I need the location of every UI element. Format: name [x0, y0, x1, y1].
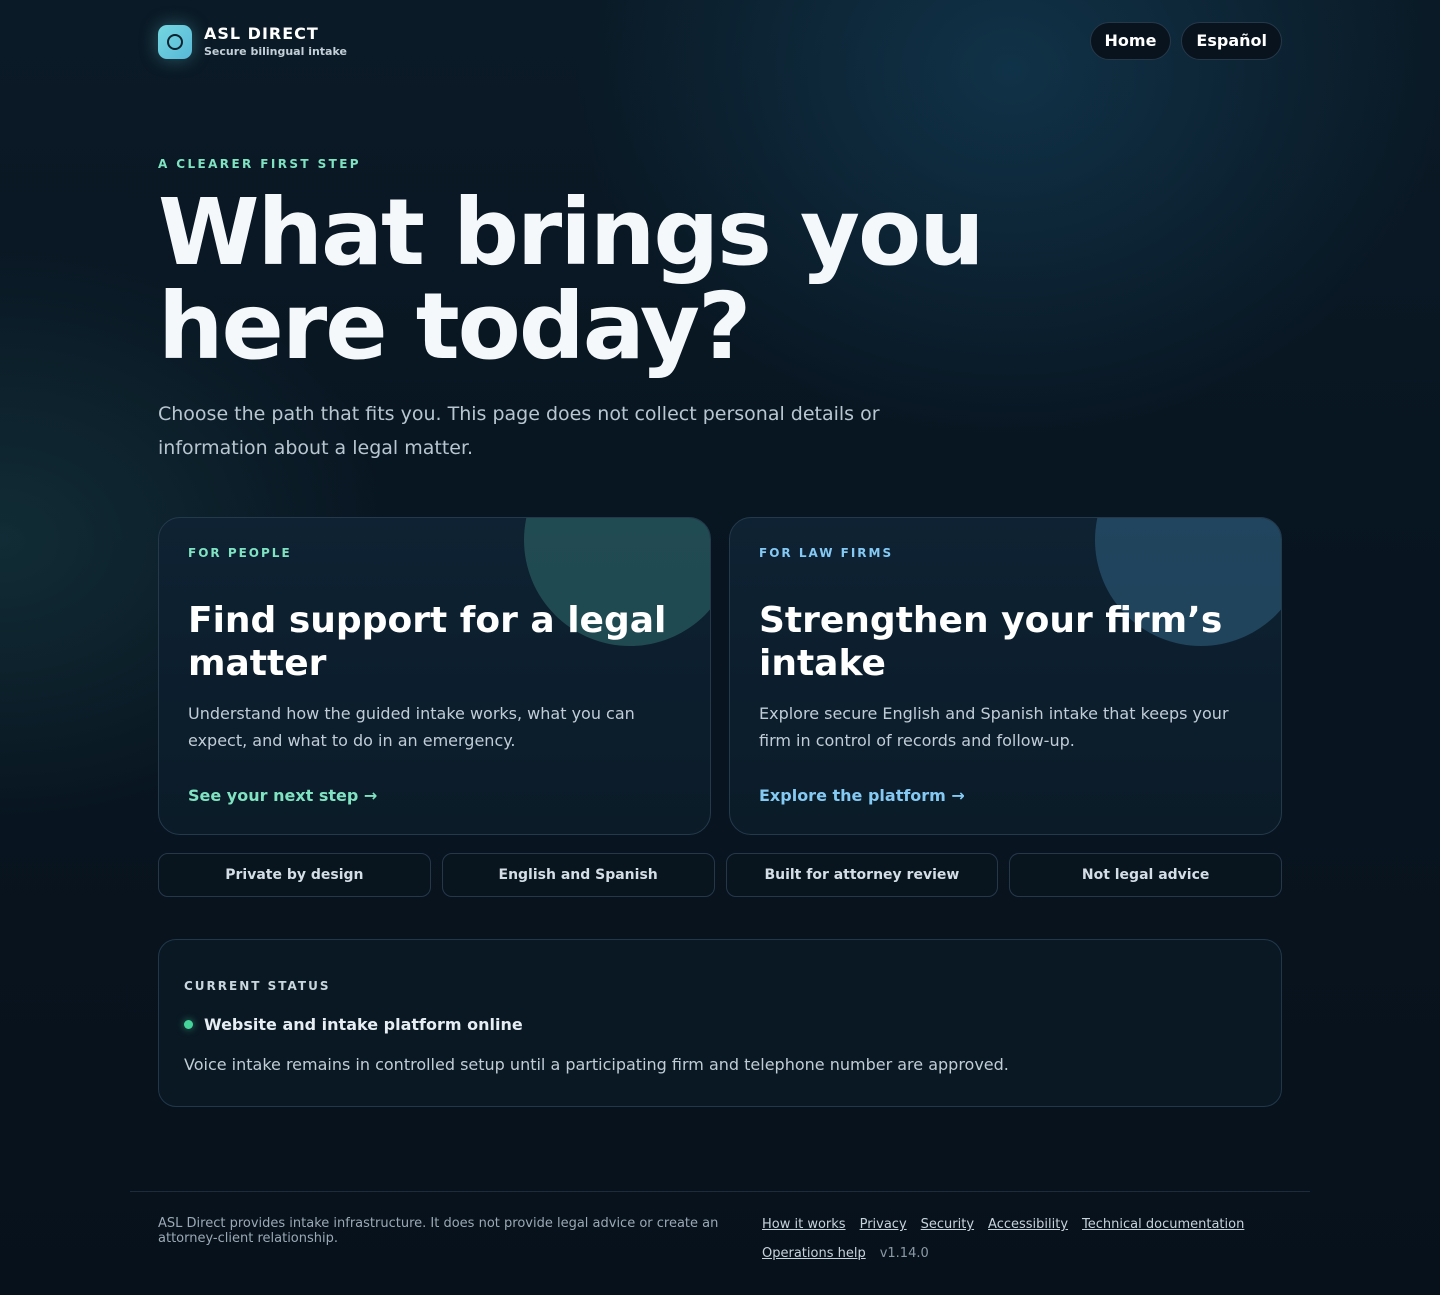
card-kicker: FOR LAW FIRMS	[759, 546, 894, 560]
footer-link-technical-docs[interactable]: Technical documentation	[1082, 1215, 1244, 1234]
nav-home-button[interactable]: Home	[1089, 22, 1172, 60]
brand-name: ASL DIRECT	[204, 24, 319, 43]
nav-espanol-button[interactable]: Español	[1181, 22, 1282, 60]
status-note: Voice intake remains in controlled setup…	[184, 1055, 1009, 1074]
top-nav: Home Español	[1089, 22, 1282, 60]
next-step-link[interactable]: See your next step →	[188, 786, 377, 805]
version-label: v1.14.0	[879, 1246, 929, 1261]
hero-lede: Choose the path that fits you. This page…	[158, 403, 880, 459]
status-headline: Website and intake platform online	[204, 1015, 523, 1034]
footer-divider	[130, 1191, 1310, 1192]
card-title: Find support for a legal matter	[188, 600, 667, 684]
footer-link-security[interactable]: Security	[921, 1215, 974, 1234]
footer-link-accessibility[interactable]: Accessibility	[988, 1215, 1068, 1234]
card-for-people[interactable]: FOR PEOPLE Find support for a legal matt…	[158, 517, 711, 835]
site-header: ASL DIRECT Secure bilingual intake Home …	[158, 22, 1282, 62]
pill-bilingual: English and Spanish	[441, 853, 715, 897]
card-body: Explore secure English and Spanish intak…	[759, 704, 1229, 750]
footer-disclaimer: ASL Direct provides intake infrastructur…	[158, 1216, 719, 1246]
status-kicker: CURRENT STATUS	[184, 979, 331, 993]
pill-attorney-review: Built for attorney review	[725, 853, 999, 897]
footer-link-how-it-works[interactable]: How it works	[762, 1215, 846, 1234]
status-online-icon	[184, 1020, 193, 1029]
footer-links: How it works Privacy Security Accessibil…	[762, 1215, 1282, 1263]
hero-eyebrow: A CLEARER FIRST STEP	[158, 157, 361, 171]
card-title: Strengthen your firm’s intake	[759, 600, 1223, 684]
status-panel: CURRENT STATUS Website and intake platfo…	[158, 939, 1282, 1107]
card-for-law-firms[interactable]: FOR LAW FIRMS Strengthen your firm’s int…	[729, 517, 1282, 835]
pill-private: Private by design	[158, 853, 431, 897]
footer-link-operations-help[interactable]: Operations help	[762, 1244, 866, 1263]
card-body: Understand how the guided intake works, …	[188, 704, 635, 750]
brand-tagline: Secure bilingual intake	[204, 45, 347, 58]
brand[interactable]: ASL DIRECT Secure bilingual intake	[158, 25, 347, 59]
card-kicker: FOR PEOPLE	[188, 546, 292, 560]
pill-not-legal-advice: Not legal advice	[1009, 853, 1282, 897]
explore-platform-link[interactable]: Explore the platform →	[759, 786, 965, 805]
footer-link-privacy[interactable]: Privacy	[860, 1215, 907, 1234]
logo-icon	[158, 25, 192, 59]
feature-pills: Private by design English and Spanish Bu…	[158, 853, 1282, 897]
page-title: What brings you here today?	[158, 179, 985, 380]
